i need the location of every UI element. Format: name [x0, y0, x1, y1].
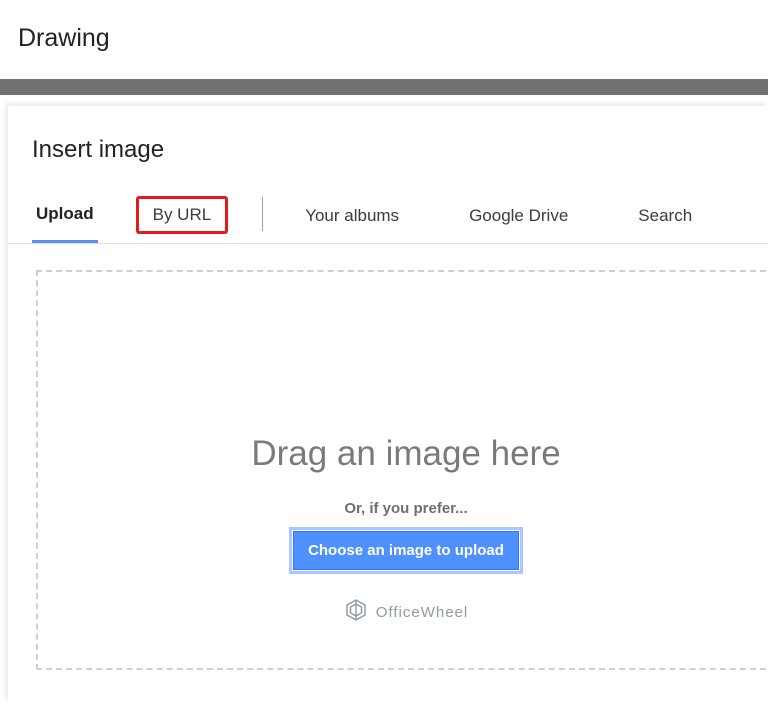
tab-google-drive[interactable]: Google Drive	[465, 196, 572, 242]
app-title: Drawing	[18, 24, 750, 53]
tab-upload[interactable]: Upload	[32, 194, 98, 243]
tab-search[interactable]: Search	[634, 196, 696, 242]
tab-separator	[262, 197, 263, 231]
app-header: Drawing	[0, 0, 768, 79]
officewheel-logo-icon	[344, 598, 368, 626]
choose-image-button[interactable]: Choose an image to upload	[293, 531, 519, 570]
watermark: OfficeWheel	[344, 598, 468, 626]
insert-image-modal: Insert image Upload By URL Your albums G…	[8, 106, 768, 703]
upload-dropzone[interactable]: Drag an image here Or, if you prefer... …	[36, 270, 768, 670]
background-toolbar-strip	[0, 79, 768, 95]
tab-by-url[interactable]: By URL	[136, 196, 229, 234]
tab-your-albums[interactable]: Your albums	[301, 196, 403, 242]
dropzone-container: Drag an image here Or, if you prefer... …	[8, 244, 768, 670]
modal-title: Insert image	[8, 106, 768, 184]
drag-hint-text: Drag an image here	[251, 434, 560, 474]
watermark-text: OfficeWheel	[376, 604, 468, 621]
modal-tabs: Upload By URL Your albums Google Drive S…	[8, 184, 768, 244]
prefer-text: Or, if you prefer...	[344, 500, 467, 517]
